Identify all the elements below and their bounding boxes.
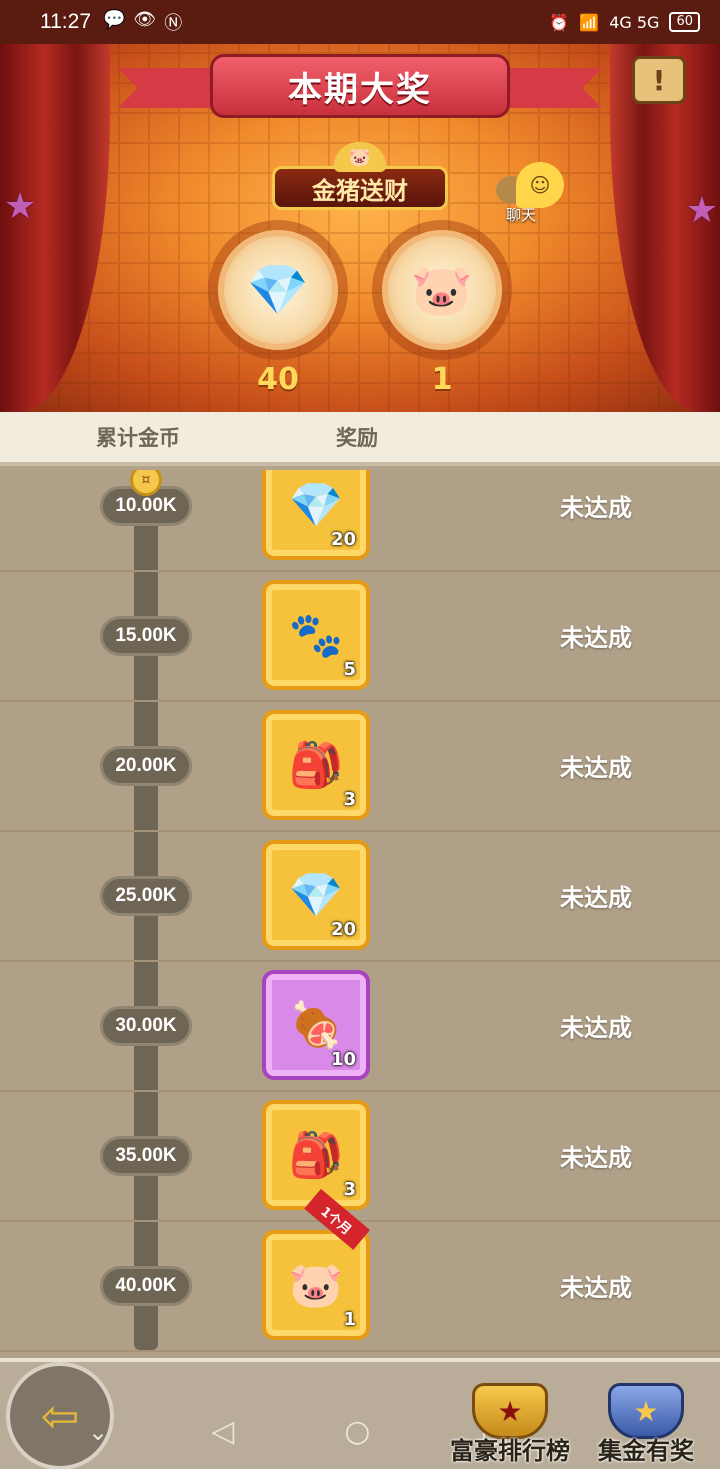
coin-threshold: 30.00K xyxy=(100,1006,192,1046)
nav-home-icon[interactable]: ○ xyxy=(344,1414,370,1449)
battery-icon: 60 xyxy=(669,12,700,32)
table-row: 30.00K 🍖 10 未达成 xyxy=(0,962,720,1092)
reward-status: 未达成 xyxy=(560,1014,632,1042)
table-row: 15.00K 🐾 5 未达成 xyxy=(0,572,720,702)
tab-collect-reward[interactable]: ★ 集金有奖 xyxy=(576,1380,716,1466)
reward-quantity: 3 xyxy=(343,1179,356,1200)
mystery-bone-icon: 🍖 xyxy=(288,1000,344,1051)
reward-quantity: 3 xyxy=(343,789,356,810)
table-row: 35.00K 🎒 3 未达成 xyxy=(0,1092,720,1222)
nfc-icon: Ⓝ xyxy=(164,13,183,34)
coin-threshold: 35.00K xyxy=(100,1136,192,1176)
table-row: 25.00K 💎 20 未达成 xyxy=(0,832,720,962)
grand-prize-stage: ★ ★ 本期大奖 ! 金猪送财 🐷 ☺ 聊天 💎 40 🐷 1 xyxy=(0,44,720,412)
reward-tile[interactable]: 🍖 10 xyxy=(262,970,370,1080)
reward-tile[interactable]: 🎒 3 xyxy=(262,710,370,820)
chevron-down-icon[interactable]: ⌄ xyxy=(88,1418,108,1446)
table-row: 40.00K 🐷 1 1个月未达成 xyxy=(0,1188,720,1352)
reward-quantity: 20 xyxy=(330,919,356,940)
rules-scroll-button[interactable]: ! xyxy=(632,56,686,104)
reward-status: 未达成 xyxy=(560,1274,632,1302)
paw-stone-icon: 🐾 xyxy=(288,610,344,661)
chat-button[interactable]: ☺ 聊天 xyxy=(494,162,574,226)
status-bar: 11:27 💬 👁 Ⓝ ⏰ 📶 4G 5G 60 xyxy=(0,0,720,44)
wifi-icon: 📶 xyxy=(579,12,600,32)
eye-icon: 👁 xyxy=(133,9,157,30)
event-badge: 金猪送财 🐷 xyxy=(262,142,458,214)
star-icon: ★ xyxy=(4,186,37,227)
reward-status: 未达成 xyxy=(560,1144,632,1172)
bunny-bag-icon: 🎒 xyxy=(288,1130,344,1181)
reward-quantity: 20 xyxy=(330,529,356,550)
reward-status: 未达成 xyxy=(560,884,632,912)
reward-tile[interactable]: 💎 20 xyxy=(262,840,370,950)
title-banner: 本期大奖 xyxy=(118,54,602,126)
alarm-icon: ⏰ xyxy=(549,12,570,32)
table-row: 10.00K 💎 20 未达成 xyxy=(0,470,720,572)
grand-prize-count-1: 40 xyxy=(257,362,299,397)
bunny-bag-icon: 🎒 xyxy=(288,740,344,791)
status-time: 11:27 xyxy=(40,10,91,33)
table-row: 20.00K 🎒 3 未达成 xyxy=(0,702,720,832)
crystal-ore-icon: 💎 xyxy=(288,870,344,921)
golden-pig-icon: 🐷 xyxy=(334,142,386,172)
grand-prize-count-2: 1 xyxy=(431,362,453,397)
reward-quantity: 1 xyxy=(343,1309,356,1330)
golden-pig-card-icon: 🐷 xyxy=(410,260,474,319)
coin-threshold: 40.00K xyxy=(100,1266,192,1306)
crystal-ore-icon: 💎 xyxy=(288,480,344,531)
reward-tile[interactable]: 🐾 5 xyxy=(262,580,370,690)
column-coins: 累计金币 xyxy=(96,426,180,450)
coin-threshold: 20.00K xyxy=(100,746,192,786)
tab-rich-rank[interactable]: ★ 富豪排行榜 xyxy=(440,1380,580,1466)
reward-tile[interactable]: 🐷 1 1个月 xyxy=(262,1188,370,1340)
reward-status: 未达成 xyxy=(560,754,632,782)
grand-prize-item-2[interactable]: 🐷 xyxy=(382,230,502,350)
reward-list[interactable]: 10.00K 💎 20 未达成 15.00K 🐾 5 未达成 20.00K 🎒 3 未达成 25.00K… xyxy=(0,470,720,1358)
wechat-icon: 💬 xyxy=(103,9,126,30)
golden-pig-card-icon: 🐷 xyxy=(288,1260,344,1311)
network-label: 4G 5G xyxy=(609,12,660,32)
star-icon: ★ xyxy=(685,190,718,231)
reward-tile[interactable]: 💎 20 xyxy=(262,470,370,560)
nav-back-icon[interactable]: ◁ xyxy=(211,1414,234,1449)
coin-threshold: 15.00K xyxy=(100,616,192,656)
column-reward: 奖励 xyxy=(336,426,378,450)
reward-quantity: 10 xyxy=(330,1049,356,1070)
table-header: 累计金币 奖励 xyxy=(0,412,720,466)
chat-icon: ☺ xyxy=(516,162,564,208)
event-name: 金猪送财 xyxy=(312,176,408,205)
coin-threshold: 25.00K xyxy=(100,876,192,916)
crystal-ore-icon: 💎 xyxy=(246,260,310,319)
reward-quantity: 5 xyxy=(343,659,356,680)
page-title: 本期大奖 xyxy=(288,69,432,110)
grand-prize-item-1[interactable]: 💎 xyxy=(218,230,338,350)
chat-label: 聊天 xyxy=(506,206,537,224)
reward-status: 未达成 xyxy=(560,624,632,652)
reward-status: 未达成 xyxy=(560,494,632,522)
